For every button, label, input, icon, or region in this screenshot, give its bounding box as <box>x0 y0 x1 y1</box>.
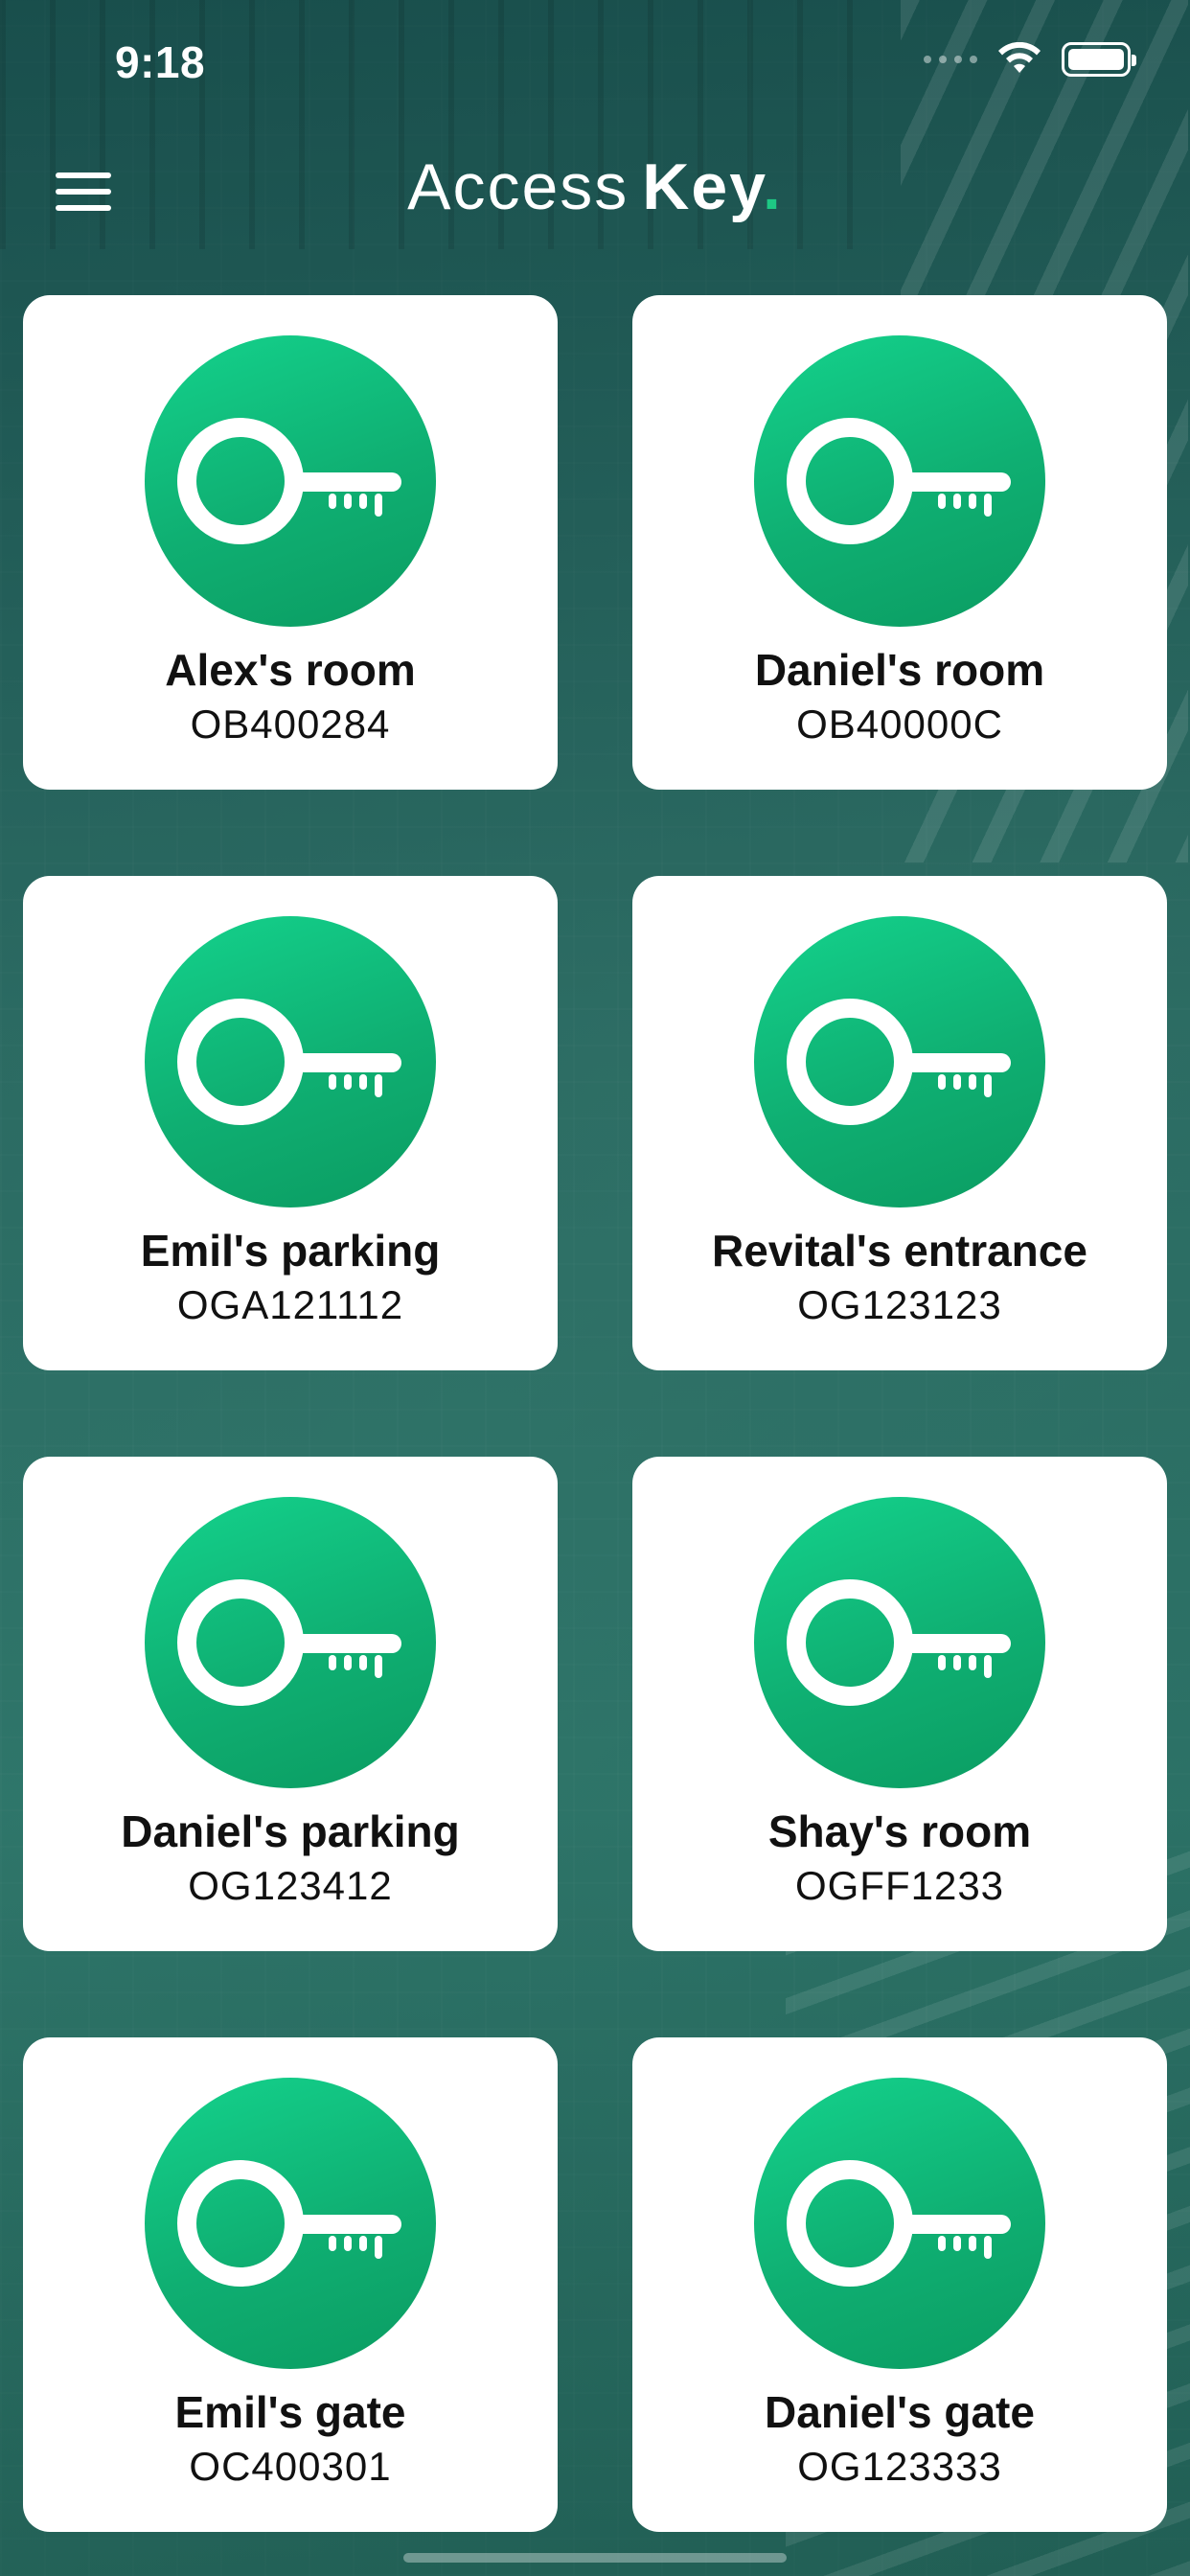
battery-icon <box>1062 42 1136 77</box>
key-card[interactable]: Shay's room OGFF1233 <box>632 1457 1167 1951</box>
status-icons <box>924 42 1136 77</box>
key-code: OB400284 <box>190 702 391 747</box>
app-header: Access Key. <box>0 134 1190 240</box>
key-name: Emil's gate <box>174 2387 406 2437</box>
key-card[interactable]: Daniel's room OB40000C <box>632 295 1167 790</box>
key-name: Revital's entrance <box>712 1226 1087 1276</box>
key-name: Alex's room <box>165 645 416 695</box>
key-card[interactable]: Emil's parking OGA121112 <box>23 876 558 1370</box>
key-icon <box>145 1497 436 1788</box>
key-card[interactable]: Daniel's parking OG123412 <box>23 1457 558 1951</box>
key-icon <box>145 916 436 1208</box>
key-card[interactable]: Revital's entrance OG123123 <box>632 876 1167 1370</box>
app-title-light: Access <box>407 150 629 223</box>
key-code: OG123412 <box>188 1863 393 1908</box>
key-card[interactable]: Emil's gate OC400301 <box>23 2037 558 2532</box>
status-bar: 9:18 <box>0 0 1190 134</box>
app-title: Access Key. <box>0 150 1190 224</box>
key-card[interactable]: Alex's room OB400284 <box>23 295 558 790</box>
key-name: Daniel's gate <box>765 2387 1035 2437</box>
keys-grid: Alex's room OB400284 Daniel's room OB400… <box>23 295 1167 2532</box>
key-icon <box>754 1497 1045 1788</box>
key-icon <box>754 916 1045 1208</box>
home-indicator <box>403 2553 787 2563</box>
key-name: Daniel's room <box>754 645 1045 695</box>
key-code: OGA121112 <box>176 1282 404 1327</box>
key-name: Emil's parking <box>140 1226 441 1276</box>
key-icon <box>145 335 436 627</box>
wifi-icon <box>998 42 1041 73</box>
battery-level <box>1068 49 1124 70</box>
app-title-dot: . <box>762 150 783 223</box>
status-time: 9:18 <box>115 37 206 87</box>
key-icon <box>754 2078 1045 2369</box>
key-name: Daniel's parking <box>121 1806 460 1856</box>
key-code: OG123123 <box>797 1282 1002 1327</box>
key-name: Shay's room <box>767 1806 1032 1856</box>
app-title-bold: Key <box>642 150 763 223</box>
key-icon <box>754 335 1045 627</box>
key-icon <box>145 2078 436 2369</box>
key-code: OG123333 <box>797 2444 1002 2489</box>
key-card[interactable]: Daniel's gate OG123333 <box>632 2037 1167 2532</box>
key-code: OGFF1233 <box>794 1863 1005 1908</box>
key-code: OB40000C <box>796 702 1003 747</box>
cellular-signal-icon <box>924 56 977 63</box>
key-code: OC400301 <box>189 2444 392 2489</box>
